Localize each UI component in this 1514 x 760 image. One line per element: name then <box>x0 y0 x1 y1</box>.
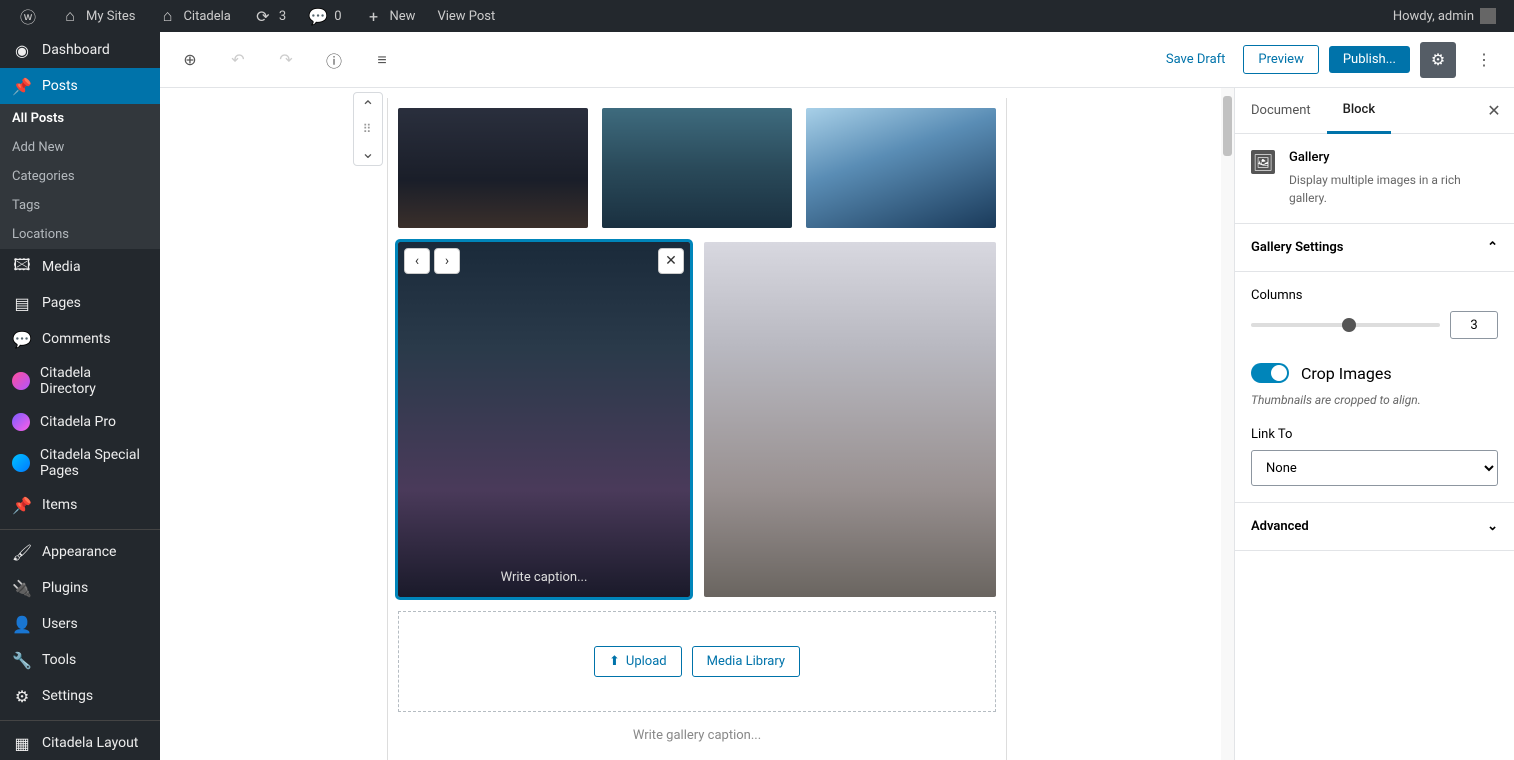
wp-logo[interactable]: ⓦ <box>10 0 46 32</box>
columns-label: Columns <box>1251 288 1498 303</box>
sidebar-sub-all-posts[interactable]: All Posts <box>0 104 160 133</box>
columns-input[interactable] <box>1450 311 1498 339</box>
pin-icon: 📌 <box>12 495 32 515</box>
gallery-caption-input[interactable]: Write gallery caption... <box>398 722 996 760</box>
chevron-down-icon: ⌄ <box>1487 519 1498 534</box>
gallery-upload-zone: ⬆Upload Media Library <box>398 611 996 712</box>
crop-images-toggle[interactable] <box>1251 363 1289 383</box>
block-description: Display multiple images in a rich galler… <box>1289 171 1498 207</box>
sidebar-item-comments[interactable]: 💬Comments <box>0 321 160 357</box>
citadela-pro-icon <box>12 413 30 431</box>
move-up-button[interactable]: ⌃ <box>354 93 382 119</box>
publish-button[interactable]: Publish... <box>1329 46 1410 73</box>
block-mover: ⌃ ⠿ ⌄ <box>353 92 383 166</box>
view-post[interactable]: View Post <box>429 0 503 32</box>
image-remove-button[interactable]: ✕ <box>658 248 684 274</box>
image-caption-input[interactable]: Write caption... <box>398 570 690 585</box>
sidebar-item-pages[interactable]: ▤Pages <box>0 285 160 321</box>
user-icon: 👤 <box>12 614 32 634</box>
updates[interactable]: ⟳3 <box>245 0 294 32</box>
admin-bar: ⓦ ⌂My Sites ⌂Citadela ⟳3 💬0 +New View Po… <box>0 0 1514 32</box>
media-library-button[interactable]: Media Library <box>692 646 800 677</box>
sidebar-sub-tags[interactable]: Tags <box>0 191 160 220</box>
preview-button[interactable]: Preview <box>1243 45 1318 74</box>
block-inspector: Document Block ✕ 🖼 Gallery Display multi… <box>1234 88 1514 760</box>
sidebar-sub-locations[interactable]: Locations <box>0 220 160 249</box>
sidebar-item-plugins[interactable]: 🔌Plugins <box>0 570 160 606</box>
image-move-right-button[interactable]: › <box>434 248 460 274</box>
move-down-button[interactable]: ⌄ <box>354 139 382 165</box>
undo-button[interactable]: ↶ <box>220 42 256 78</box>
sidebar-item-citadela-directory[interactable]: Citadela Directory <box>0 357 160 405</box>
sidebar-item-items[interactable]: 📌Items <box>0 487 160 523</box>
link-to-select[interactable]: None <box>1251 450 1498 486</box>
block-title: Gallery <box>1289 150 1498 165</box>
settings-toggle-button[interactable]: ⚙ <box>1420 42 1456 78</box>
dashboard-icon: ◉ <box>12 40 32 60</box>
gallery-image-3[interactable] <box>806 108 996 228</box>
columns-slider[interactable] <box>1251 323 1440 327</box>
media-icon: 🖾 <box>12 257 32 277</box>
sliders-icon: ⚙ <box>12 686 32 706</box>
site-name[interactable]: ⌂Citadela <box>149 0 238 32</box>
gallery-block-icon: 🖼 <box>1251 150 1275 174</box>
gallery-image-4-selected[interactable]: ‹ › ✕ Write caption... <box>398 242 690 597</box>
gear-icon: ⚙ <box>1431 50 1445 69</box>
info-button[interactable]: ⓘ <box>316 42 352 78</box>
link-to-label: Link To <box>1251 427 1498 442</box>
sidebar-item-citadela-layout[interactable]: ▦Citadela Layout <box>0 725 160 760</box>
sidebar-item-citadela-pro[interactable]: Citadela Pro <box>0 405 160 439</box>
gallery-image-1[interactable] <box>398 108 588 228</box>
comment-icon: 💬 <box>12 329 32 349</box>
image-move-left-button[interactable]: ‹ <box>404 248 430 274</box>
citadela-special-icon <box>12 454 30 472</box>
close-inspector-button[interactable]: ✕ <box>1474 101 1514 120</box>
save-draft-button[interactable]: Save Draft <box>1158 46 1234 73</box>
crop-images-label: Crop Images <box>1301 364 1392 383</box>
new-content[interactable]: +New <box>356 0 424 32</box>
upload-icon: ⬆ <box>609 654 620 669</box>
my-sites[interactable]: ⌂My Sites <box>52 0 143 32</box>
sidebar-item-tools[interactable]: 🔧Tools <box>0 642 160 678</box>
pin-icon: 📌 <box>12 76 32 96</box>
sidebar-item-users[interactable]: 👤Users <box>0 606 160 642</box>
sidebar-item-posts[interactable]: 📌Posts <box>0 68 160 104</box>
sidebar-item-appearance[interactable]: 🖌Appearance <box>0 534 160 570</box>
gallery-block[interactable]: ‹ › ✕ Write caption... ⬆Upload Media Lib… <box>387 98 1007 760</box>
sidebar-item-media[interactable]: 🖾Media <box>0 249 160 285</box>
sidebar-item-citadela-special[interactable]: Citadela Special Pages <box>0 439 160 487</box>
page-icon: ▤ <box>12 293 32 313</box>
editor-canvas: 🖼▾ ≡ ▾ ⋮ ⌃ ⠿ ⌄ ‹ › ✕ <box>160 88 1234 760</box>
upload-button[interactable]: ⬆Upload <box>594 646 682 677</box>
sidebar-item-dashboard[interactable]: ◉Dashboard <box>0 32 160 68</box>
plug-icon: 🔌 <box>12 578 32 598</box>
crop-help-text: Thumbnails are cropped to align. <box>1251 393 1498 407</box>
tab-block[interactable]: Block <box>1327 88 1391 134</box>
admin-sidebar: ◉Dashboard 📌Posts All Posts Add New Cate… <box>0 32 160 760</box>
redo-button[interactable]: ↷ <box>268 42 304 78</box>
chevron-up-icon: ⌃ <box>1487 240 1498 255</box>
layout-icon: ▦ <box>12 733 32 753</box>
editor-scrollbar[interactable] <box>1221 88 1234 760</box>
sidebar-sub-categories[interactable]: Categories <box>0 162 160 191</box>
section-gallery-settings[interactable]: Gallery Settings ⌃ <box>1235 224 1514 272</box>
howdy-user[interactable]: Howdy, admin <box>1385 0 1504 32</box>
wrench-icon: 🔧 <box>12 650 32 670</box>
citadela-directory-icon <box>12 372 30 390</box>
sidebar-item-settings[interactable]: ⚙Settings <box>0 678 160 714</box>
brush-icon: 🖌 <box>12 542 32 562</box>
gallery-image-5[interactable] <box>704 242 996 597</box>
tab-document[interactable]: Document <box>1235 89 1327 132</box>
comments-count[interactable]: 💬0 <box>300 0 349 32</box>
more-menu-button[interactable]: ⋮ <box>1466 42 1502 78</box>
outline-button[interactable]: ≡ <box>364 42 400 78</box>
add-block-button[interactable]: ⊕ <box>172 42 208 78</box>
drag-handle[interactable]: ⠿ <box>363 119 374 139</box>
sidebar-sub-add-new[interactable]: Add New <box>0 133 160 162</box>
section-advanced[interactable]: Advanced ⌄ <box>1235 503 1514 551</box>
gallery-image-2[interactable] <box>602 108 792 228</box>
editor-header: ⊕ ↶ ↷ ⓘ ≡ Save Draft Preview Publish... … <box>160 32 1514 88</box>
avatar <box>1480 8 1496 24</box>
